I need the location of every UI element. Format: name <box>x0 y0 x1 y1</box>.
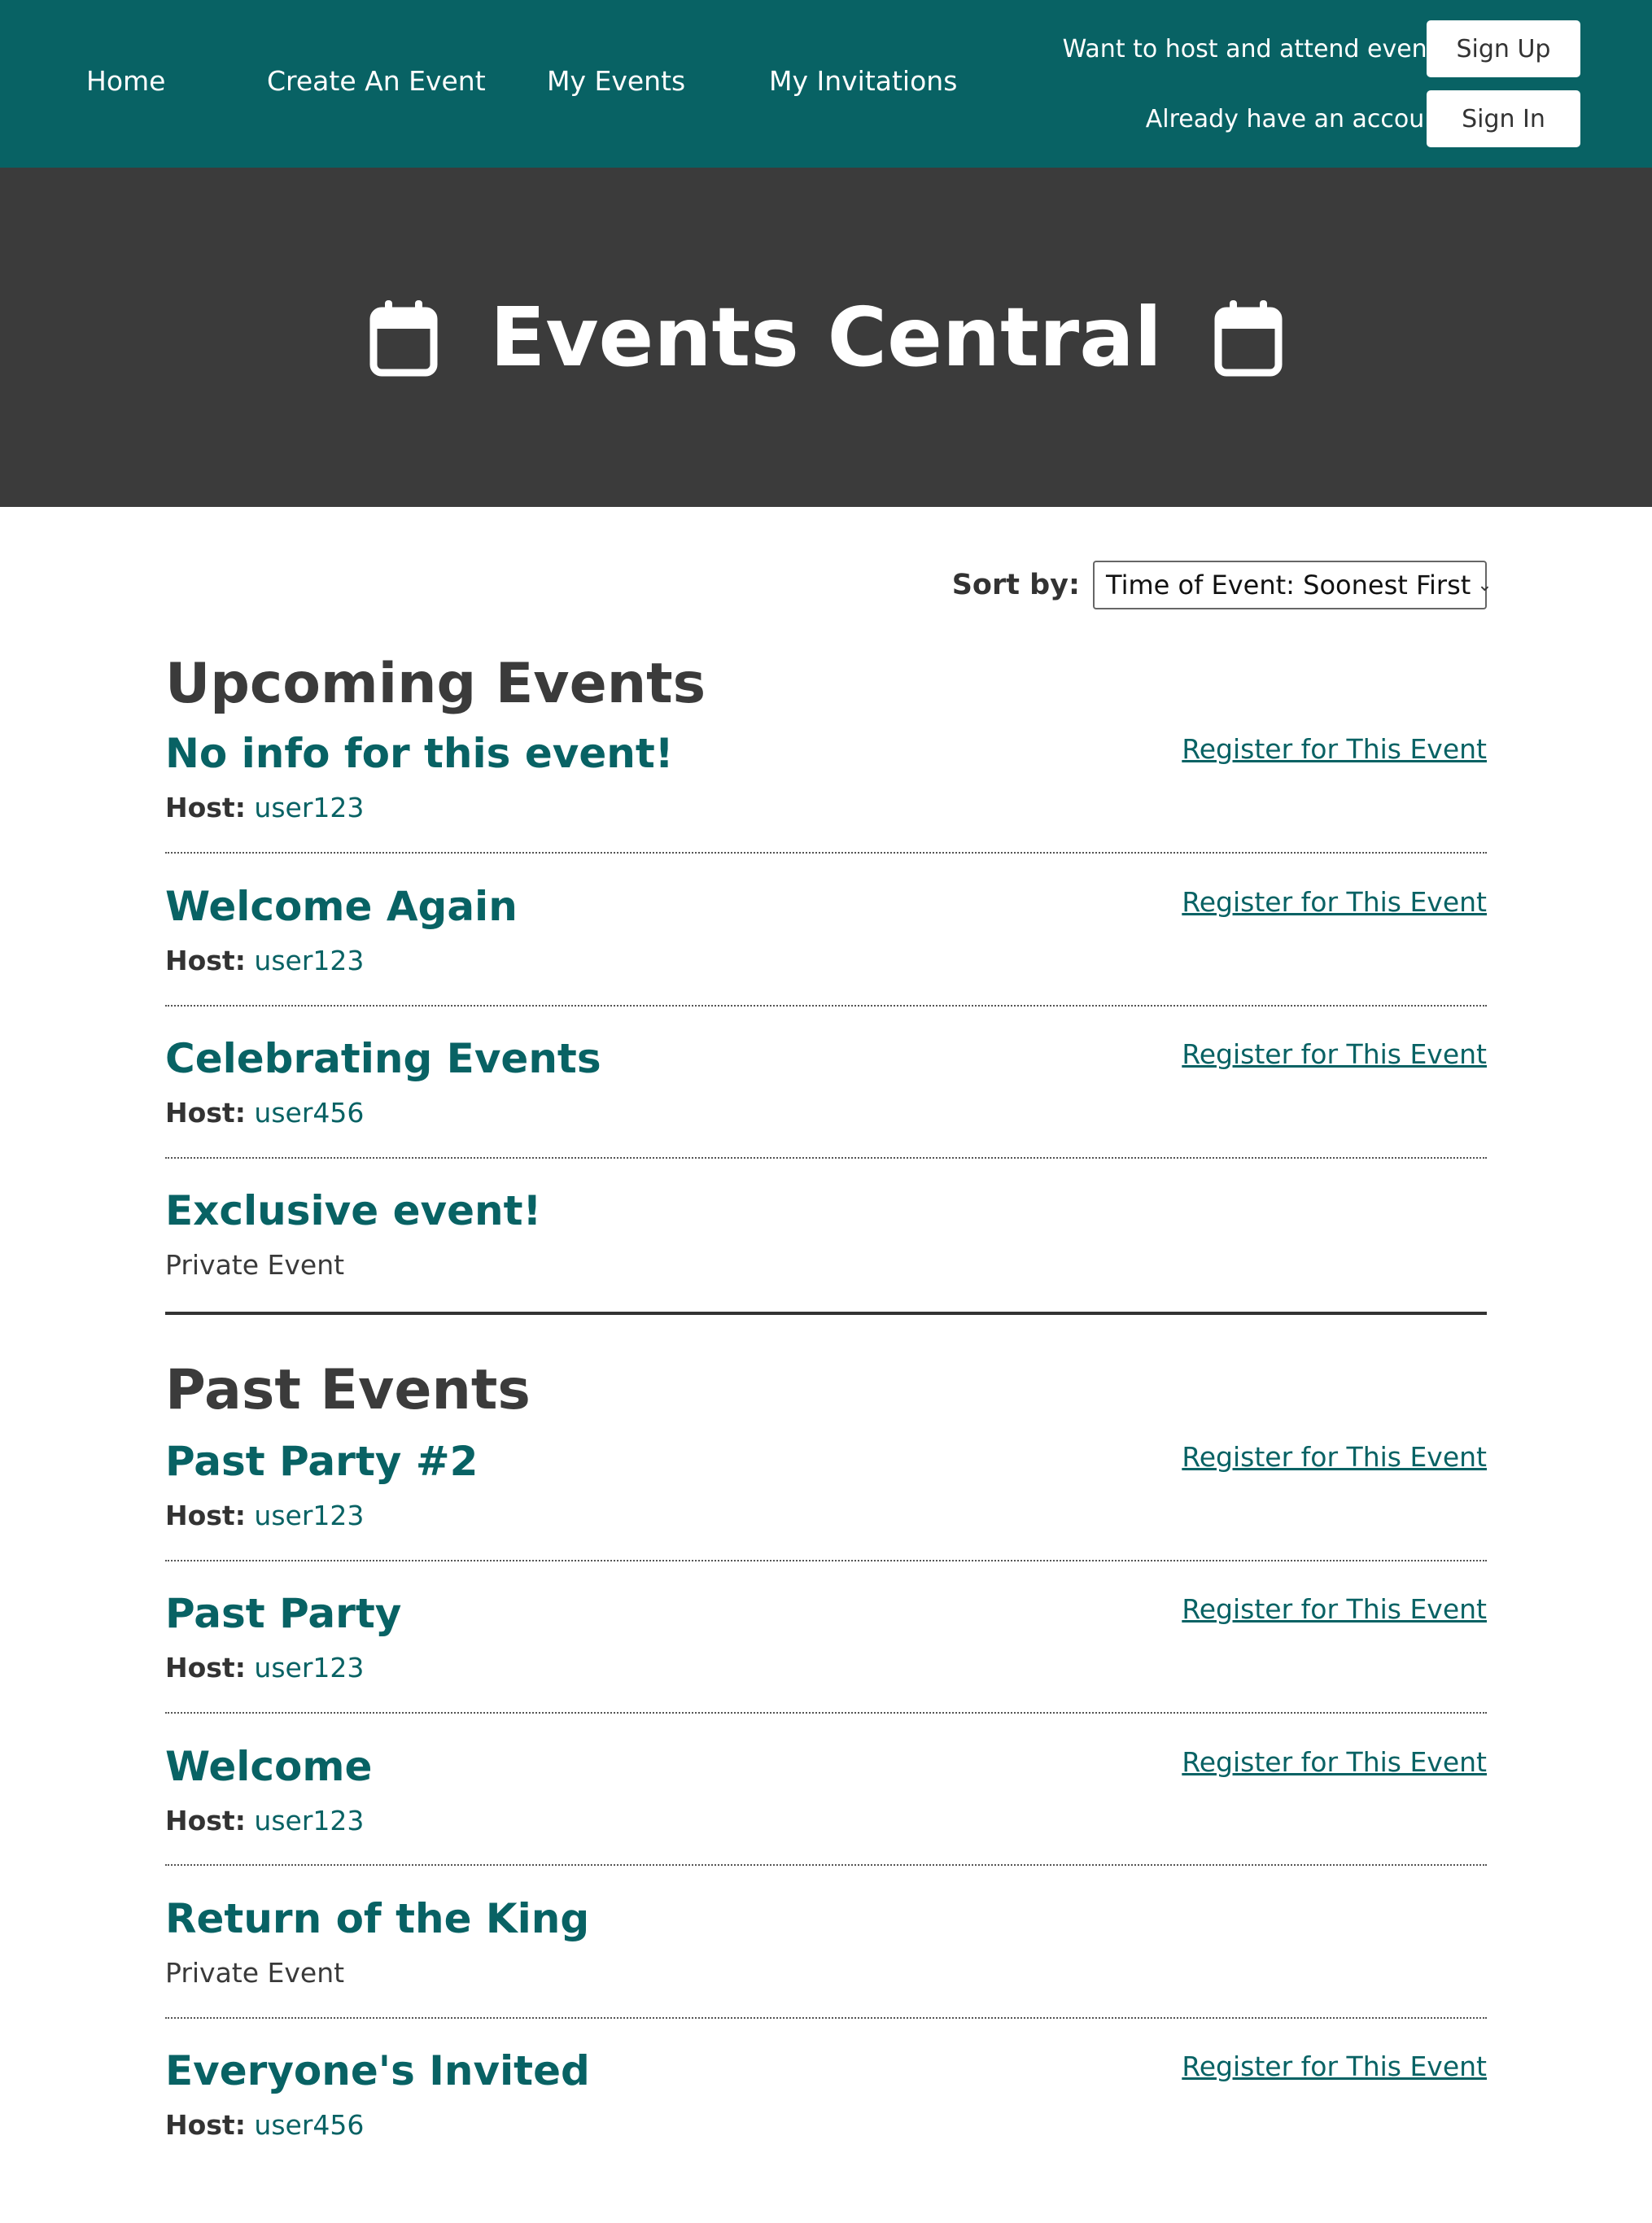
nav-my-events-link[interactable]: My Events <box>547 65 685 97</box>
list-item: Welcome Host: user123 Register for This … <box>165 1746 1487 1836</box>
private-event-label: Private Event <box>165 1249 345 1281</box>
chevron-down-icon: ⌄ <box>1477 574 1492 596</box>
list-item: Return of the King Private Event <box>165 1898 1487 1989</box>
register-link[interactable]: Register for This Event <box>1182 1593 1487 1625</box>
calendar-icon <box>1214 299 1283 377</box>
event-host: Host: user456 <box>165 2109 1487 2141</box>
event-title[interactable]: Return of the King <box>165 1898 1487 1939</box>
signin-prompt: Already have an account? <box>1145 105 1462 133</box>
event-host: Host: user123 <box>165 1805 1487 1836</box>
list-item: Celebrating Events Host: user456 Registe… <box>165 1038 1487 1129</box>
event-title[interactable]: Exclusive event! <box>165 1190 1487 1231</box>
divider <box>165 1157 1487 1159</box>
list-item: Past Party Host: user123 Register for Th… <box>165 1593 1487 1684</box>
past-events-heading: Past Events <box>165 1358 531 1422</box>
register-link[interactable]: Register for This Event <box>1182 1441 1487 1473</box>
event-host: Host: user123 <box>165 1652 1487 1684</box>
top-nav: Home Create An Event My Events My Invita… <box>0 0 1652 168</box>
calendar-icon <box>369 299 438 377</box>
hero-banner: Events Central <box>0 168 1652 507</box>
signup-prompt: Want to host and attend events? <box>1062 35 1462 63</box>
host-label: Host: <box>165 1097 246 1129</box>
host-label: Host: <box>165 1500 246 1531</box>
sort-selected-value: Time of Event: Soonest First <box>1106 570 1471 601</box>
register-link[interactable]: Register for This Event <box>1182 1746 1487 1778</box>
register-link[interactable]: Register for This Event <box>1182 2050 1487 2082</box>
host-name[interactable]: user456 <box>254 2109 364 2141</box>
host-name[interactable]: user456 <box>254 1097 364 1129</box>
host-name[interactable]: user123 <box>254 1805 364 1836</box>
host-name[interactable]: user123 <box>254 1652 364 1684</box>
event-host: Host: user123 <box>165 792 1487 823</box>
section-divider <box>165 1312 1487 1315</box>
divider <box>165 1864 1487 1866</box>
event-host: Host: user456 <box>165 1097 1487 1129</box>
page-title: Events Central <box>490 289 1162 385</box>
list-item: Everyone's Invited Host: user456 Registe… <box>165 2050 1487 2141</box>
sign-in-button[interactable]: Sign In <box>1427 90 1580 147</box>
nav-create-event-link[interactable]: Create An Event <box>267 65 486 97</box>
private-event-label: Private Event <box>165 1957 345 1989</box>
host-label: Host: <box>165 1805 246 1836</box>
event-host: Host: user123 <box>165 945 1487 976</box>
upcoming-events-heading: Upcoming Events <box>165 652 706 716</box>
event-host: Host: user123 <box>165 1500 1487 1531</box>
list-item: No info for this event! Host: user123 Re… <box>165 733 1487 823</box>
list-item: Exclusive event! Private Event <box>165 1190 1487 1281</box>
divider <box>165 1560 1487 1561</box>
list-item: Past Party #2 Host: user123 Register for… <box>165 1441 1487 1531</box>
register-link[interactable]: Register for This Event <box>1182 733 1487 765</box>
nav-home-link[interactable]: Home <box>86 65 165 97</box>
divider <box>165 2017 1487 2019</box>
host-name[interactable]: user123 <box>254 792 364 823</box>
host-name[interactable]: user123 <box>254 1500 364 1531</box>
sort-control: Sort by: Time of Event: Soonest First ⌄ <box>951 561 1492 609</box>
host-label: Host: <box>165 792 246 823</box>
host-label: Host: <box>165 1652 246 1684</box>
sort-label: Sort by: <box>951 569 1080 601</box>
sort-select[interactable]: Time of Event: Soonest First ⌄ <box>1093 561 1492 609</box>
divider <box>165 852 1487 854</box>
divider <box>165 1005 1487 1007</box>
divider <box>165 1712 1487 1714</box>
host-label: Host: <box>165 945 246 976</box>
host-label: Host: <box>165 2109 246 2141</box>
host-name[interactable]: user123 <box>254 945 364 976</box>
sign-up-button[interactable]: Sign Up <box>1427 20 1580 77</box>
register-link[interactable]: Register for This Event <box>1182 886 1487 918</box>
nav-my-invitations-link[interactable]: My Invitations <box>769 65 957 97</box>
list-item: Welcome Again Host: user123 Register for… <box>165 886 1487 976</box>
register-link[interactable]: Register for This Event <box>1182 1038 1487 1070</box>
